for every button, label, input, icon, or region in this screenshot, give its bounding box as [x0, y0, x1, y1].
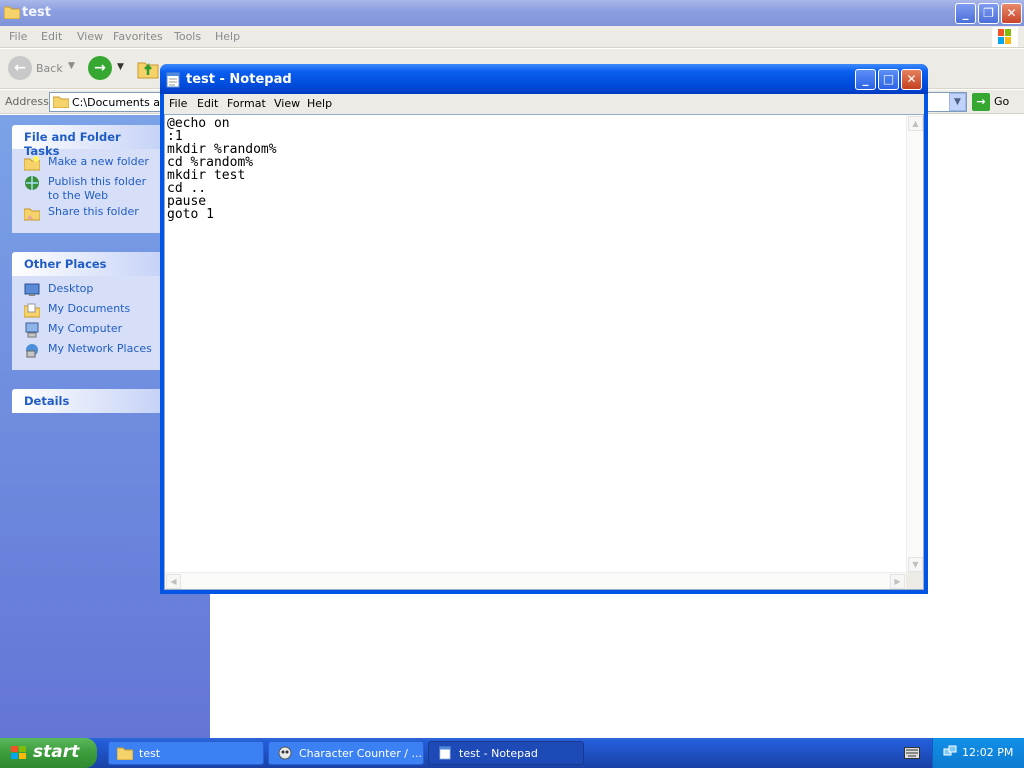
menu-format[interactable]: Format — [227, 97, 266, 110]
menu-help[interactable]: Help — [307, 97, 332, 110]
file-folder-tasks-panel: File and Folder Tasks Make a new folder … — [12, 125, 160, 233]
task-label: Publish this folder to the Web — [48, 175, 147, 202]
publish-folder-link[interactable]: Publish this folder to the Web — [24, 175, 160, 205]
windows-logo-icon — [11, 746, 26, 759]
taskbar-button-notepad[interactable]: test - Notepad — [428, 741, 584, 765]
my-computer-link[interactable]: My Computer — [24, 322, 160, 342]
scroll-left-icon[interactable]: ◀ — [166, 574, 181, 589]
system-tray: 12:02 PM — [932, 738, 1024, 768]
menu-favorites[interactable]: Favorites — [113, 30, 163, 43]
panel-title[interactable]: Other Places — [12, 252, 160, 276]
scroll-down-icon[interactable]: ▼ — [908, 557, 923, 572]
scroll-up-icon[interactable]: ▲ — [908, 116, 923, 131]
go-button[interactable]: → Go — [972, 93, 1018, 111]
my-documents-link[interactable]: My Documents — [24, 302, 160, 322]
folder-icon — [4, 6, 20, 19]
address-label: Address — [5, 95, 49, 108]
forward-dropdown-icon[interactable]: ▼ — [117, 62, 124, 72]
menu-help[interactable]: Help — [215, 30, 240, 43]
folder-icon — [53, 96, 69, 108]
windows-logo-icon — [992, 27, 1018, 47]
task-label: Make a new folder — [48, 155, 149, 168]
menu-file[interactable]: File — [169, 97, 187, 110]
back-button[interactable]: ← Back ▼ — [8, 56, 78, 82]
notepad-icon — [166, 72, 180, 88]
forward-button[interactable]: → — [88, 56, 112, 80]
notepad-text-area[interactable]: @echo on :1 mkdir %random% cd %random% m… — [164, 114, 924, 590]
scrollbar-corner — [906, 572, 923, 589]
browser-icon — [278, 746, 292, 760]
restore-button[interactable]: ❐ — [978, 3, 999, 24]
clock[interactable]: 12:02 PM — [962, 746, 1013, 759]
go-label: Go — [994, 95, 1010, 108]
taskbar-button-label: test - Notepad — [459, 747, 538, 760]
taskbar-button-explorer[interactable]: test — [108, 741, 264, 765]
menu-view[interactable]: View — [274, 97, 300, 110]
menu-view[interactable]: View — [77, 30, 103, 43]
network-tray-icon[interactable] — [943, 745, 957, 759]
close-button[interactable]: ✕ — [1001, 3, 1022, 24]
panel-body: Desktop My Documents My Computer My Netw… — [12, 276, 160, 370]
vertical-scrollbar[interactable]: ▲ ▼ — [906, 115, 923, 573]
notepad-icon — [439, 746, 451, 760]
computer-icon — [25, 322, 39, 338]
start-button[interactable]: start — [0, 738, 97, 768]
folder-up-icon[interactable] — [137, 57, 159, 79]
start-label: start — [33, 742, 80, 762]
address-dropdown-icon[interactable]: ▼ — [949, 93, 966, 111]
taskbar-button-label: test — [139, 747, 161, 760]
taskbar-button-browser[interactable]: Character Counter / ... — [268, 741, 424, 765]
notepad-window: test - Notepad _ □ ✕ File Edit Format Vi… — [160, 64, 928, 594]
make-new-folder-link[interactable]: Make a new folder — [24, 155, 160, 175]
chevron-down-icon[interactable]: ▼ — [68, 61, 75, 71]
keyboard-icon[interactable] — [904, 747, 920, 759]
taskbar: start test Character Counter / ... test … — [0, 738, 1024, 768]
menu-file[interactable]: File — [9, 30, 27, 43]
notepad-content[interactable]: @echo on :1 mkdir %random% cd %random% m… — [167, 117, 905, 571]
menu-tools[interactable]: Tools — [174, 30, 201, 43]
network-icon — [26, 344, 38, 358]
documents-folder-icon — [24, 303, 40, 318]
minimize-button[interactable]: _ — [955, 3, 976, 24]
back-label: Back — [36, 62, 63, 75]
desktop-link[interactable]: Desktop — [24, 282, 160, 302]
new-folder-icon — [24, 156, 40, 171]
details-panel: Details — [12, 389, 160, 413]
panel-title[interactable]: File and Folder Tasks — [12, 125, 160, 158]
explorer-title-bar[interactable]: test _ ❐ ✕ — [0, 0, 1024, 26]
notepad-title-bar[interactable]: test - Notepad _ □ ✕ — [160, 64, 928, 94]
horizontal-scrollbar[interactable]: ◀ ▶ — [165, 572, 906, 589]
shared-folder-icon — [24, 208, 40, 221]
back-arrow-icon: ← — [8, 56, 32, 80]
desktop-icon — [24, 283, 40, 296]
folder-icon — [117, 747, 133, 760]
task-label: My Documents — [48, 302, 131, 315]
other-places-panel: Other Places Desktop My Documents My Com… — [12, 252, 160, 370]
address-value: C:\Documents and — [72, 96, 175, 109]
menu-edit[interactable]: Edit — [41, 30, 62, 43]
panel-title[interactable]: Details — [12, 389, 160, 413]
share-folder-link[interactable]: Share this folder — [24, 205, 160, 225]
my-network-places-link[interactable]: My Network Places — [24, 342, 160, 362]
task-label: My Computer — [48, 322, 123, 335]
maximize-button[interactable]: □ — [878, 69, 899, 90]
explorer-menu-bar: File Edit View Favorites Tools Help — [0, 26, 1024, 48]
taskbar-button-label: Character Counter / ... — [299, 747, 422, 760]
scroll-right-icon[interactable]: ▶ — [890, 574, 905, 589]
panel-body: Make a new folder Publish this folder to… — [12, 149, 160, 233]
task-label: My Network Places — [48, 342, 152, 355]
menu-edit[interactable]: Edit — [197, 97, 218, 110]
minimize-button[interactable]: _ — [855, 69, 876, 90]
close-button[interactable]: ✕ — [901, 69, 922, 90]
globe-icon — [25, 176, 39, 190]
go-arrow-icon: → — [972, 93, 990, 111]
explorer-title: test — [22, 5, 51, 20]
notepad-menu-bar: File Edit Format View Help — [164, 94, 924, 114]
task-label: Share this folder — [48, 205, 139, 218]
task-label: Desktop — [48, 282, 94, 295]
notepad-title: test - Notepad — [186, 72, 292, 87]
